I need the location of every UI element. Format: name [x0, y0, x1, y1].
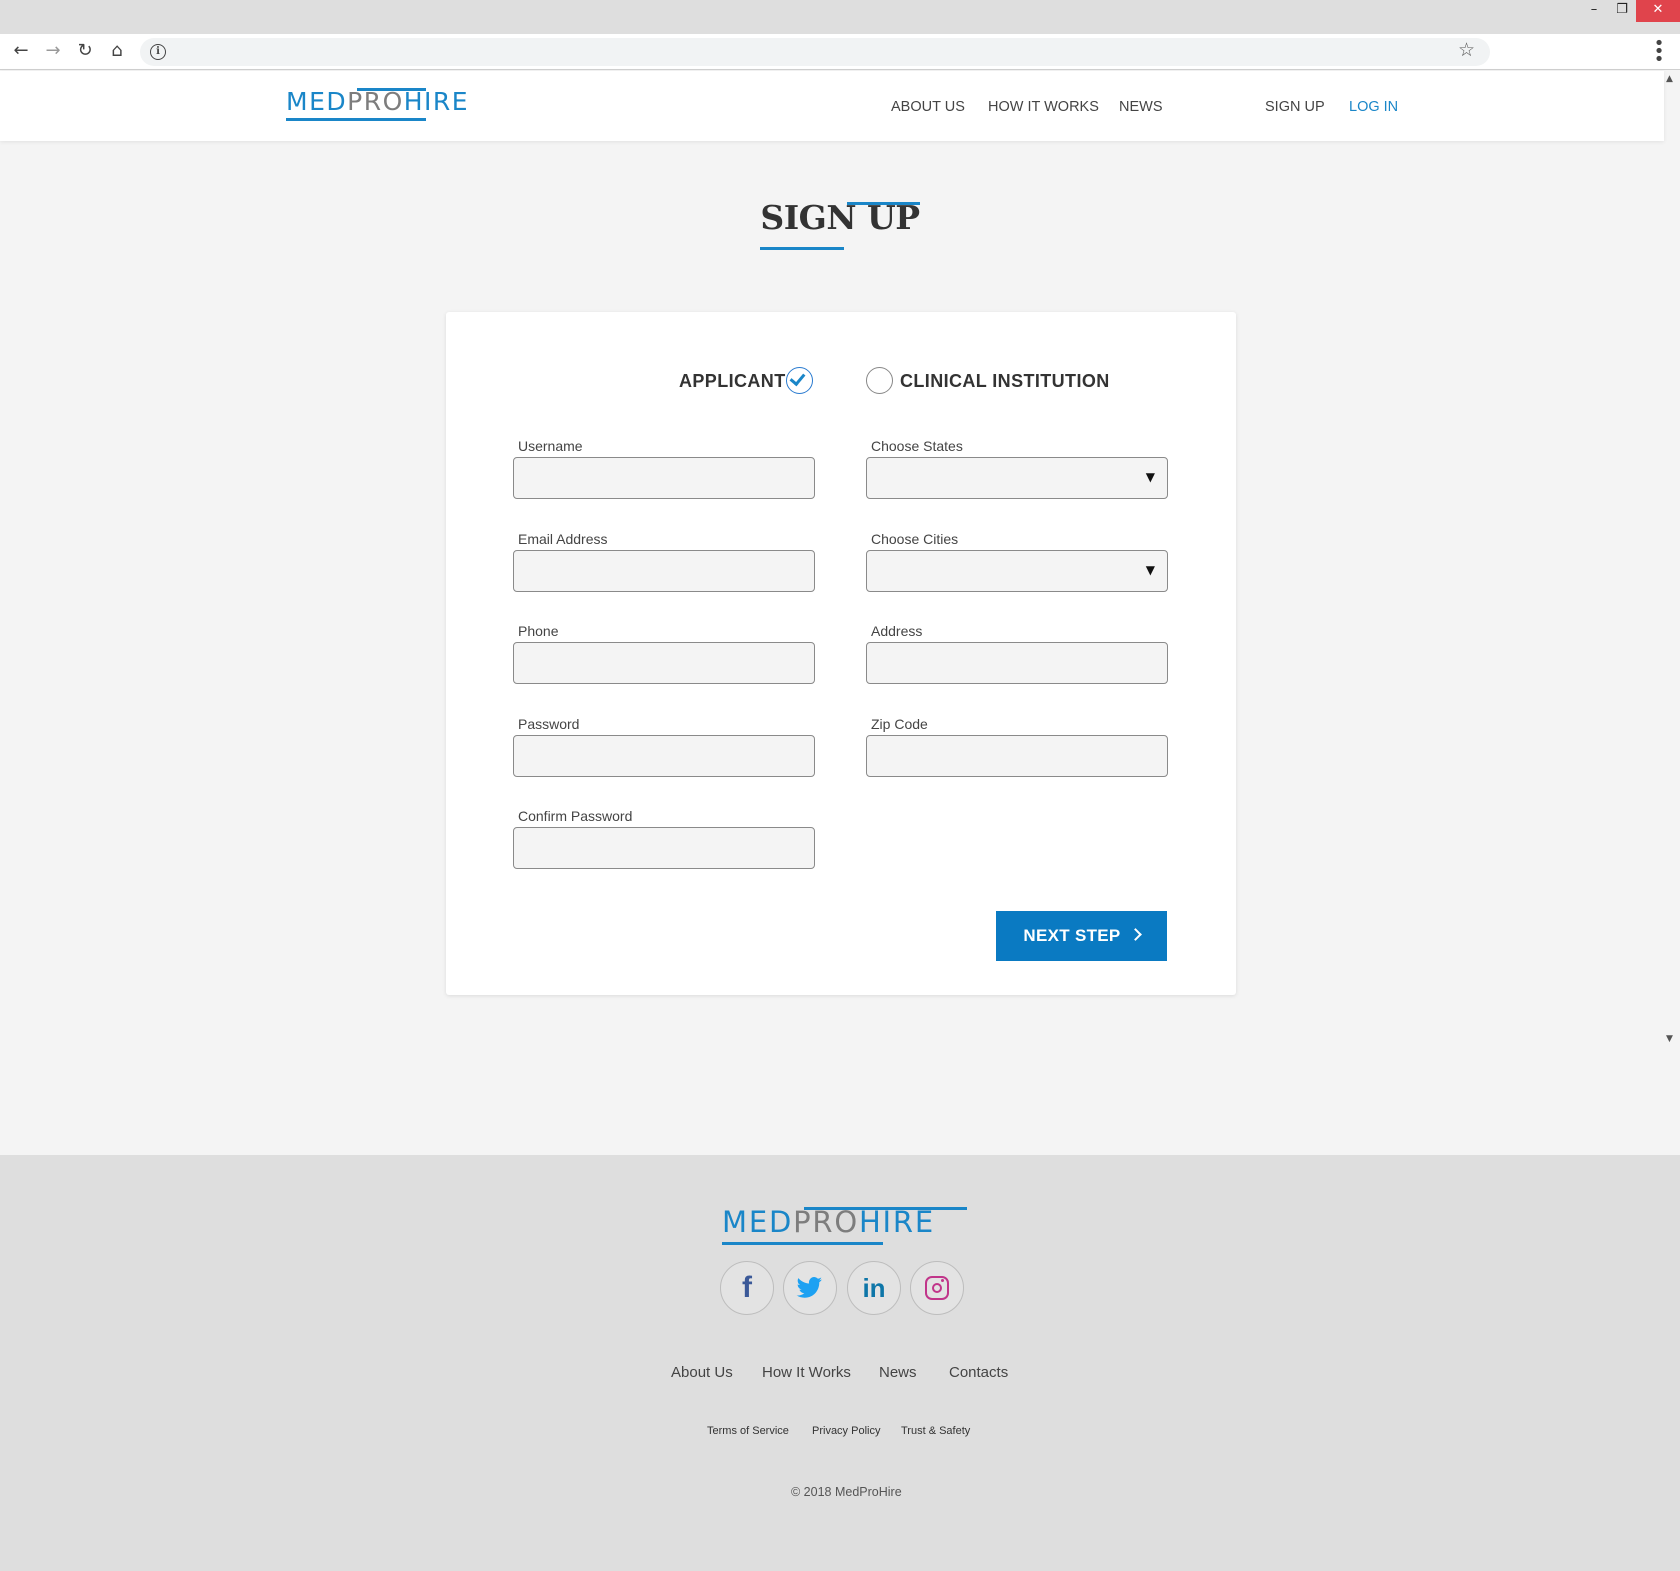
back-arrow-icon[interactable]: ← — [9, 40, 33, 64]
trust-safety-link[interactable]: Trust & Safety — [901, 1425, 970, 1437]
browser-titlebar: – ❐ ✕ — [0, 0, 1680, 34]
username-label: Username — [518, 438, 583, 454]
role-applicant-radio[interactable] — [786, 367, 813, 394]
password-input[interactable] — [513, 735, 815, 777]
browser-menu-icon[interactable]: • • • — [1652, 35, 1666, 69]
site-header: MEDPROHIRE ABOUT US HOW IT WORKS NEWS SI… — [0, 71, 1664, 141]
page-title: SIGN UP — [760, 198, 920, 237]
next-step-button[interactable]: NEXT STEP — [996, 911, 1167, 961]
twitter-link[interactable] — [783, 1261, 837, 1315]
home-icon[interactable]: ⌂ — [105, 40, 129, 64]
footer-link-news[interactable]: News — [879, 1364, 917, 1381]
footer-link-contacts[interactable]: Contacts — [949, 1364, 1008, 1381]
instagram-link[interactable] — [910, 1261, 964, 1315]
nav-how-it-works[interactable]: HOW IT WORKS — [988, 99, 1099, 115]
choose-cities-select[interactable]: ▼ — [866, 550, 1168, 592]
nav-news[interactable]: NEWS — [1119, 99, 1163, 115]
nav-log-in[interactable]: LOG IN — [1349, 99, 1398, 115]
site-info-icon[interactable]: i — [150, 44, 166, 60]
restore-window-button[interactable]: ❐ — [1608, 0, 1636, 22]
logo-underline — [722, 1242, 883, 1245]
bookmark-star-icon[interactable]: ☆ — [1458, 39, 1475, 61]
zip-code-input[interactable] — [866, 735, 1168, 777]
privacy-policy-link[interactable]: Privacy Policy — [812, 1425, 880, 1437]
linkedin-link[interactable]: in — [847, 1261, 901, 1315]
choose-cities-label: Choose Cities — [871, 531, 959, 547]
forward-arrow-icon[interactable]: → — [41, 40, 65, 64]
choose-states-select[interactable]: ▼ — [866, 457, 1168, 499]
facebook-icon: f — [742, 1271, 752, 1304]
address-bar[interactable]: i ☆ — [140, 38, 1490, 66]
choose-states-label: Choose States — [871, 438, 963, 454]
signup-card: APPLICANT CLINICAL INSTITUTION Username … — [446, 312, 1236, 995]
checkmark-icon — [789, 369, 806, 387]
role-clinical-label[interactable]: CLINICAL INSTITUTION — [900, 371, 1110, 392]
email-label: Email Address — [518, 531, 608, 547]
role-applicant-label[interactable]: APPLICANT — [679, 371, 786, 392]
address-label: Address — [871, 623, 923, 639]
browser-toolbar: ← → ↻ ⌂ i ☆ • • • — [0, 34, 1680, 70]
role-clinical-radio[interactable] — [866, 367, 893, 394]
confirm-password-input[interactable] — [513, 827, 815, 869]
dropdown-caret-icon: ▼ — [1145, 563, 1155, 577]
nav-about-us[interactable]: ABOUT US — [891, 99, 965, 115]
footer-medprohire-logo[interactable]: MEDPROHIRE — [722, 1205, 967, 1245]
footer-link-about-us[interactable]: About Us — [671, 1364, 733, 1381]
instagram-icon — [925, 1276, 949, 1300]
footer-link-how-it-works[interactable]: How It Works — [762, 1364, 851, 1381]
title-accent-bottom — [760, 247, 844, 250]
logo-text: MEDPROHIRE — [286, 87, 470, 116]
close-window-button[interactable]: ✕ — [1636, 0, 1680, 22]
phone-input[interactable] — [513, 642, 815, 684]
site-footer: MEDPROHIRE f in About Us How It Works Ne… — [0, 1155, 1680, 1571]
username-input[interactable] — [513, 457, 815, 499]
copyright-text: © 2018 MedProHire — [791, 1485, 902, 1499]
facebook-link[interactable]: f — [720, 1261, 774, 1315]
confirm-password-label: Confirm Password — [518, 808, 633, 824]
address-input[interactable] — [866, 642, 1168, 684]
scroll-down-arrow-icon[interactable]: ▼ — [1666, 1034, 1673, 1044]
zip-code-label: Zip Code — [871, 716, 928, 732]
nav-sign-up[interactable]: SIGN UP — [1265, 99, 1325, 115]
medprohire-logo[interactable]: MEDPROHIRE — [286, 87, 498, 121]
twitter-icon — [796, 1277, 822, 1298]
password-label: Password — [518, 716, 580, 732]
dropdown-caret-icon: ▼ — [1145, 470, 1155, 484]
minimize-window-button[interactable]: – — [1580, 0, 1608, 22]
terms-of-service-link[interactable]: Terms of Service — [707, 1425, 789, 1437]
logo-underline — [286, 118, 426, 121]
chevron-right-icon — [1128, 928, 1142, 941]
email-input[interactable] — [513, 550, 815, 592]
logo-text: MEDPROHIRE — [722, 1205, 935, 1239]
linkedin-icon: in — [862, 1273, 886, 1303]
reload-icon[interactable]: ↻ — [73, 40, 97, 64]
scroll-up-arrow-icon[interactable]: ▲ — [1666, 74, 1673, 84]
phone-label: Phone — [518, 623, 559, 639]
next-step-label: NEXT STEP — [1023, 926, 1121, 945]
